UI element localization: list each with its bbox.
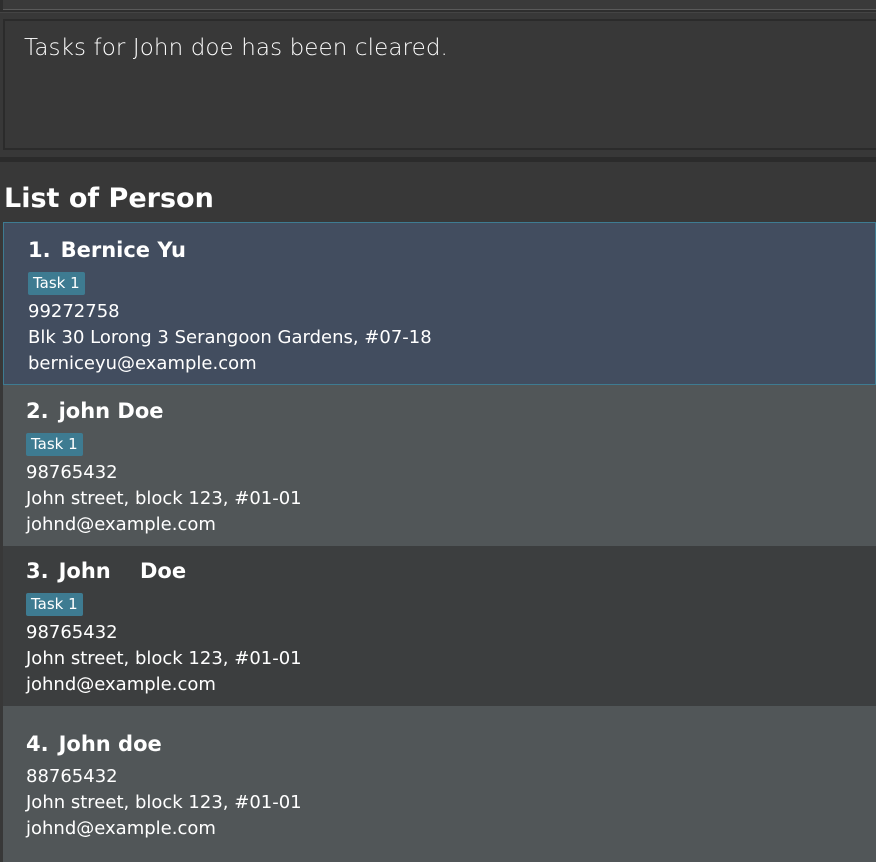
person-index: 1. — [28, 238, 51, 262]
person-phone: 98765432 — [26, 462, 118, 483]
person-card[interactable]: 3. John Doe Task 1 98765432 John street, … — [3, 546, 876, 706]
person-card[interactable]: 1. Bernice Yu Task 1 99272758 Blk 30 Loro… — [3, 222, 876, 385]
person-name-row: 1. Bernice Yu — [28, 238, 186, 262]
person-address: John street, block 123, #01-01 — [26, 488, 302, 509]
person-card[interactable]: 2. john Doe Task 1 98765432 John street, … — [3, 385, 876, 546]
task-tag: Task 1 — [26, 433, 83, 456]
divider — [0, 157, 876, 162]
person-email: johnd@example.com — [26, 514, 216, 535]
person-phone: 98765432 — [26, 622, 118, 643]
person-name-row: 3. John Doe — [26, 559, 186, 583]
person-phone: 99272758 — [28, 301, 120, 322]
person-address: John street, block 123, #01-01 — [26, 792, 302, 813]
person-list-title: List of Person — [4, 183, 214, 214]
person-index: 4. — [26, 732, 49, 756]
command-input[interactable] — [3, 0, 876, 10]
person-address: John street, block 123, #01-01 — [26, 648, 302, 669]
person-card[interactable]: 4. John doe 88765432 John street, block 1… — [3, 706, 876, 862]
person-index: 2. — [26, 399, 49, 423]
result-message: Tasks for John doe has been cleared. — [24, 35, 448, 61]
task-tag: Task 1 — [28, 272, 85, 295]
result-display: Tasks for John doe has been cleared. — [3, 19, 876, 150]
person-address: Blk 30 Lorong 3 Serangoon Gardens, #07-1… — [28, 327, 432, 348]
person-name: John doe — [58, 732, 162, 756]
app-window: Tasks for John doe has been cleared. Lis… — [0, 0, 876, 862]
command-box[interactable] — [0, 0, 876, 13]
person-email: johnd@example.com — [26, 818, 216, 839]
person-email: berniceyu@example.com — [28, 353, 257, 374]
person-email: johnd@example.com — [26, 674, 216, 695]
person-name-row: 4. John doe — [26, 732, 162, 756]
person-name-row: 2. john Doe — [26, 399, 164, 423]
person-name: john Doe — [58, 399, 164, 423]
task-tag: Task 1 — [26, 593, 83, 616]
person-phone: 88765432 — [26, 766, 118, 787]
person-list[interactable]: 1. Bernice Yu Task 1 99272758 Blk 30 Loro… — [3, 222, 876, 862]
person-name: John Doe — [58, 559, 187, 583]
person-name: Bernice Yu — [60, 238, 186, 262]
person-index: 3. — [26, 559, 49, 583]
